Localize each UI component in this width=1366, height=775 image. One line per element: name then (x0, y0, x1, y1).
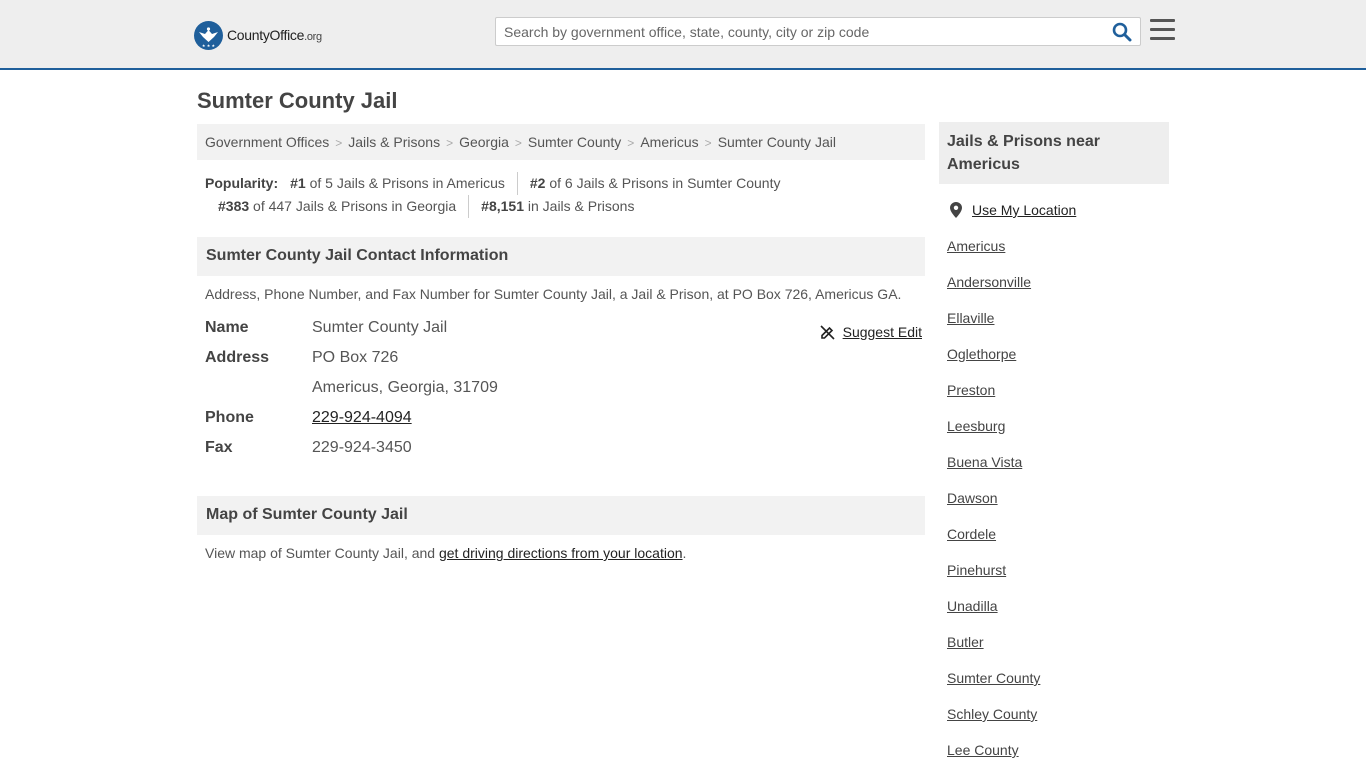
breadcrumb-sumter-county[interactable]: Sumter County (528, 134, 621, 150)
logo-tld: .org (304, 31, 322, 43)
search-input[interactable] (504, 22, 1104, 42)
search-icon[interactable] (1112, 22, 1134, 42)
breadcrumb-georgia[interactable]: Georgia (459, 134, 509, 150)
suggest-edit-label: Suggest Edit (842, 324, 922, 340)
name-label: Name (205, 319, 249, 336)
chevron-right-icon: > (446, 136, 454, 150)
svg-text:★ ★ ★: ★ ★ ★ (202, 43, 216, 48)
name-row: Name Sumter County Jail Suggest Edit (205, 316, 925, 346)
sidebar-item-buena-vista[interactable]: Buena Vista (947, 451, 1169, 487)
address-line2: Americus, Georgia, 31709 (312, 379, 498, 396)
fax-value: 229-924-3450 (312, 439, 412, 456)
sidebar-item-americus[interactable]: Americus (947, 235, 1169, 271)
contact-info-table: Name Sumter County Jail Suggest Edit Add… (205, 316, 925, 466)
sidebar-item-leesburg[interactable]: Leesburg (947, 415, 1169, 451)
nearby-list: Use My Location Americus Andersonville E… (947, 199, 1169, 775)
use-my-location[interactable]: Use My Location (947, 199, 1169, 221)
contact-description: Address, Phone Number, and Fax Number fo… (205, 286, 902, 302)
page-title: Sumter County Jail (197, 88, 398, 113)
breadcrumb-current: Sumter County Jail (717, 134, 836, 150)
eagle-seal-icon: ★ ★ ★ (194, 20, 223, 50)
contact-section-heading: Sumter County Jail Contact Information (197, 237, 925, 276)
location-pin-icon (950, 202, 962, 218)
sidebar-item-lee-county[interactable]: Lee County (947, 739, 1169, 775)
map-section-heading: Map of Sumter County Jail (197, 496, 925, 535)
sidebar-item-preston[interactable]: Preston (947, 379, 1169, 415)
address-row-2: Americus, Georgia, 31709 (205, 376, 925, 406)
chevron-right-icon: > (704, 136, 712, 150)
popularity-item: #2 of 6 Jails & Prisons in Sumter County (516, 172, 793, 195)
sidebar-heading: Jails & Prisons near Americus (939, 122, 1169, 184)
breadcrumb: Government Offices > Jails & Prisons > Georg… (197, 124, 925, 160)
popularity-stats: Popularity: #1 of 5 Jails & Prisons in A… (205, 172, 925, 218)
sidebar-item-oglethorpe[interactable]: Oglethorpe (947, 343, 1169, 379)
phone-link[interactable]: 229-924-4094 (312, 409, 412, 426)
phone-row: Phone 229-924-4094 (205, 406, 925, 436)
address-row: Address PO Box 726 (205, 346, 925, 376)
map-description: View map of Sumter County Jail, and get … (205, 545, 686, 561)
use-location-link[interactable]: Use My Location (972, 202, 1076, 218)
chevron-right-icon: > (335, 136, 343, 150)
site-header: ★ ★ ★ CountyOffice.org (0, 0, 1366, 70)
breadcrumb-americus[interactable]: Americus (640, 134, 698, 150)
chevron-right-icon: > (627, 136, 635, 150)
logo-name: CountyOffice (227, 27, 305, 43)
map-text: View map of Sumter County Jail, and (205, 545, 439, 561)
search-box (495, 17, 1141, 46)
phone-label: Phone (205, 409, 254, 426)
sidebar-item-butler[interactable]: Butler (947, 631, 1169, 667)
map-text-end: . (682, 545, 687, 561)
popularity-item: #8,151 in Jails & Prisons (468, 195, 646, 218)
suggest-edit-link[interactable]: Suggest Edit (820, 320, 922, 344)
popularity-label: Popularity: (205, 175, 279, 191)
sidebar-item-pinehurst[interactable]: Pinehurst (947, 559, 1169, 595)
hamburger-menu-icon[interactable] (1150, 19, 1175, 41)
popularity-item: #1 of 5 Jails & Prisons in Americus (290, 175, 505, 191)
driving-directions-link[interactable]: get driving directions from your locatio… (439, 545, 683, 561)
address-label: Address (205, 349, 270, 366)
sidebar-item-unadilla[interactable]: Unadilla (947, 595, 1169, 631)
breadcrumb-government-offices[interactable]: Government Offices (205, 134, 329, 150)
edit-off-icon (820, 324, 835, 340)
sidebar-item-andersonville[interactable]: Andersonville (947, 271, 1169, 307)
sidebar-item-sumter-county[interactable]: Sumter County (947, 667, 1169, 703)
sidebar-item-ellaville[interactable]: Ellaville (947, 307, 1169, 343)
fax-row: Fax 229-924-3450 (205, 436, 925, 466)
site-logo[interactable]: ★ ★ ★ CountyOffice.org (194, 20, 322, 50)
address-line1: PO Box 726 (312, 349, 399, 366)
breadcrumb-jails-prisons[interactable]: Jails & Prisons (348, 134, 440, 150)
name-value: Sumter County Jail (312, 319, 448, 336)
chevron-right-icon: > (514, 136, 522, 150)
sidebar-item-schley-county[interactable]: Schley County (947, 703, 1169, 739)
sidebar-item-cordele[interactable]: Cordele (947, 523, 1169, 559)
sidebar-item-dawson[interactable]: Dawson (947, 487, 1169, 523)
popularity-item: #383 of 447 Jails & Prisons in Georgia (218, 198, 457, 214)
fax-label: Fax (205, 439, 233, 456)
